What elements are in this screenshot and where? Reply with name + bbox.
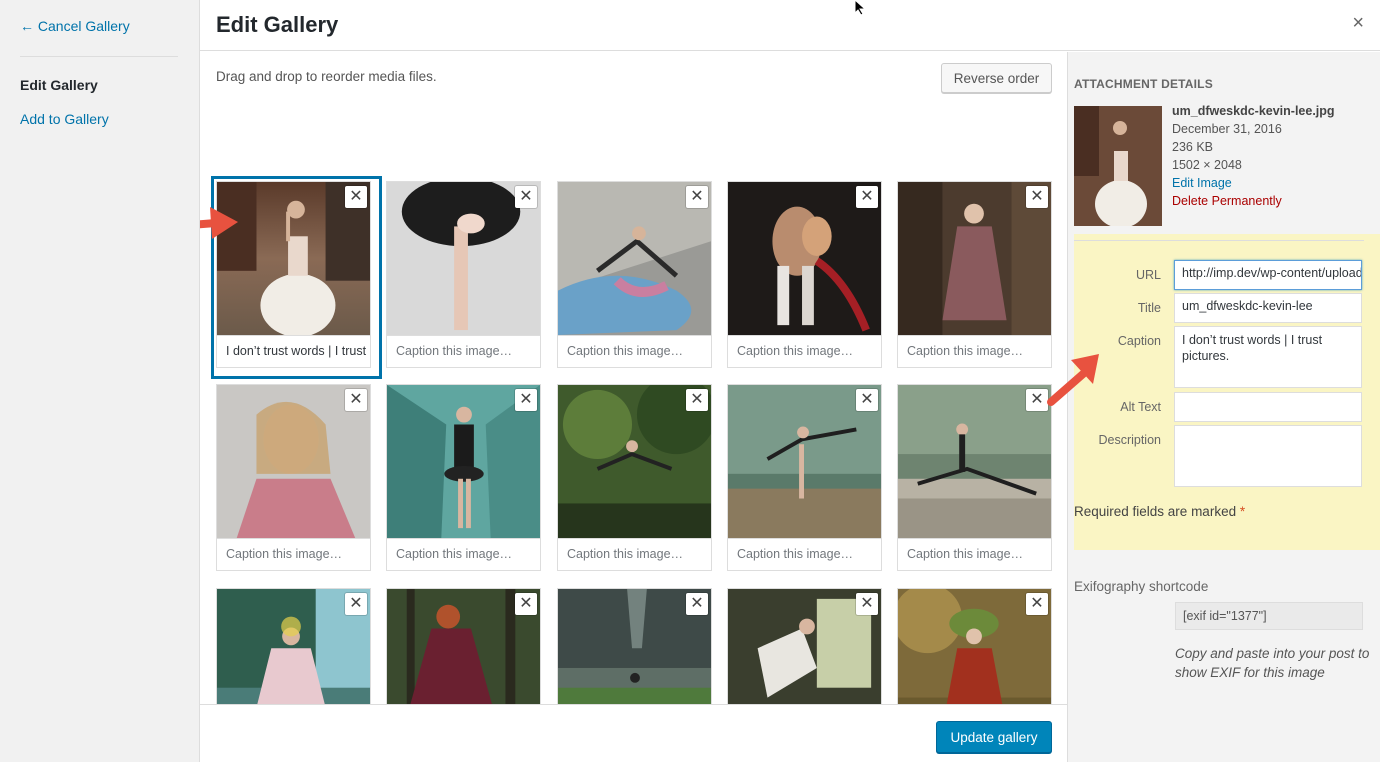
caption-field[interactable]: Caption this image… bbox=[386, 539, 541, 571]
required-note-text: Required fields are marked bbox=[1074, 504, 1237, 519]
caption-field[interactable]: Caption this image… bbox=[386, 336, 541, 368]
remove-icon[interactable]: ✕ bbox=[856, 593, 878, 615]
attachment-details-heading: Attachment Details bbox=[1074, 77, 1213, 91]
description-label: Description bbox=[1098, 433, 1161, 447]
cancel-gallery-link[interactable]: ← Cancel Gallery bbox=[20, 18, 130, 34]
remove-icon[interactable]: ✕ bbox=[345, 186, 367, 208]
menu-item-edit-gallery[interactable]: Edit Gallery bbox=[20, 77, 98, 93]
attachment-thumbnail bbox=[1074, 106, 1162, 226]
title-field[interactable]: um_dfweskdc-kevin-lee bbox=[1174, 293, 1362, 323]
alt-text-field[interactable] bbox=[1174, 392, 1362, 422]
attachment-dimensions: 1502 × 2048 bbox=[1172, 158, 1242, 172]
caption-field[interactable]: Caption this image… bbox=[557, 539, 712, 571]
close-icon[interactable]: × bbox=[1352, 13, 1364, 33]
remove-icon[interactable]: ✕ bbox=[1026, 593, 1048, 615]
annotation-arrow-icon bbox=[200, 207, 238, 239]
remove-icon[interactable]: ✕ bbox=[856, 389, 878, 411]
menu-item-add-to-gallery[interactable]: Add to Gallery bbox=[20, 111, 109, 127]
gallery-instructions: Drag and drop to reorder media files. bbox=[216, 69, 437, 84]
details-divider bbox=[1074, 240, 1364, 241]
caption-field[interactable]: Caption this image… bbox=[897, 336, 1052, 368]
required-star: * bbox=[1239, 504, 1246, 519]
attachment-details-sidebar: Attachment Details um_dfweskdc-kevin-lee… bbox=[1067, 52, 1380, 762]
edit-image-link[interactable]: Edit Image bbox=[1172, 174, 1335, 192]
caption-textarea[interactable]: I don’t trust words | I trust pictures. bbox=[1174, 326, 1362, 388]
attachment-meta: um_dfweskdc-kevin-lee.jpg December 31, 2… bbox=[1172, 102, 1335, 210]
exif-shortcode-field[interactable]: [exif id="1377"] bbox=[1175, 602, 1363, 630]
page-title: Edit Gallery bbox=[216, 12, 339, 37]
remove-icon[interactable]: ✕ bbox=[515, 593, 537, 615]
attachment-date: December 31, 2016 bbox=[1172, 122, 1282, 136]
exif-help-text: Copy and paste into your post to show EX… bbox=[1175, 646, 1370, 680]
caption-field[interactable]: Caption this image… bbox=[216, 539, 371, 571]
menu-separator bbox=[20, 56, 178, 57]
url-label: URL bbox=[1135, 268, 1161, 282]
caption-label: Caption bbox=[1117, 334, 1161, 348]
gallery-content: Drag and drop to reorder media files. Re… bbox=[200, 52, 1067, 704]
caption-field[interactable]: Caption this image… bbox=[897, 539, 1052, 571]
remove-icon[interactable]: ✕ bbox=[856, 186, 878, 208]
remove-icon[interactable]: ✕ bbox=[345, 593, 367, 615]
media-frame: Edit Gallery × Drag and drop to reorder … bbox=[200, 0, 1380, 762]
mouse-cursor-icon bbox=[854, 0, 867, 16]
gallery-toolbar: Update gallery bbox=[200, 704, 1067, 762]
caption-field[interactable]: I don’t trust words | I trust pictures. bbox=[216, 336, 371, 368]
remove-icon[interactable]: ✕ bbox=[515, 186, 537, 208]
delete-permanently-link[interactable]: Delete Permanently bbox=[1172, 192, 1335, 210]
attachment-filesize: 236 KB bbox=[1172, 140, 1214, 154]
remove-icon[interactable]: ✕ bbox=[1026, 186, 1048, 208]
caption-field[interactable]: Caption this image… bbox=[727, 539, 882, 571]
remove-icon[interactable]: ✕ bbox=[345, 389, 367, 411]
title-label: Title bbox=[1137, 301, 1161, 315]
attachment-fields-panel: URL http://imp.dev/wp-content/uploads/20… bbox=[1074, 234, 1380, 550]
attachment-filename: um_dfweskdc-kevin-lee.jpg bbox=[1172, 104, 1335, 118]
exif-shortcode-label: Exifography shortcode bbox=[1074, 579, 1209, 594]
caption-field[interactable]: Caption this image… bbox=[557, 336, 712, 368]
frame-title-bar: Edit Gallery × bbox=[200, 0, 1380, 51]
annotation-arrow-icon bbox=[1047, 354, 1099, 406]
caption-field[interactable]: Caption this image… bbox=[727, 336, 882, 368]
remove-icon[interactable]: ✕ bbox=[515, 389, 537, 411]
description-textarea[interactable] bbox=[1174, 425, 1362, 487]
required-fields-note: Required fields are marked * bbox=[1074, 504, 1245, 519]
remove-icon[interactable]: ✕ bbox=[686, 186, 708, 208]
remove-icon[interactable]: ✕ bbox=[686, 389, 708, 411]
remove-icon[interactable]: ✕ bbox=[686, 593, 708, 615]
media-menu: ← Cancel Gallery Edit Gallery Add to Gal… bbox=[0, 0, 200, 762]
url-field[interactable]: http://imp.dev/wp-content/uploads/2017/0… bbox=[1174, 260, 1362, 290]
reverse-order-button[interactable]: Reverse order bbox=[941, 63, 1052, 93]
update-gallery-button[interactable]: Update gallery bbox=[936, 721, 1052, 753]
